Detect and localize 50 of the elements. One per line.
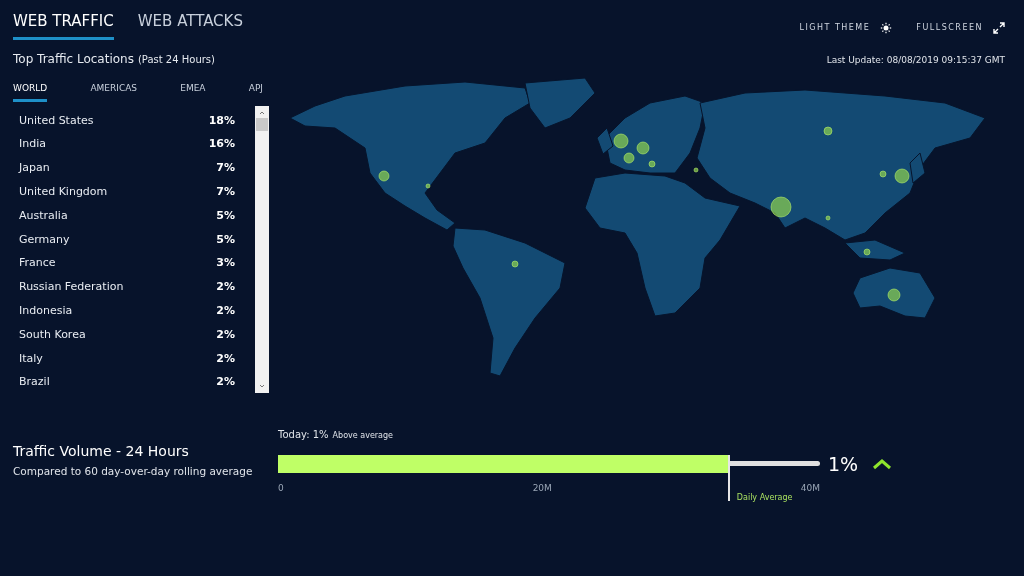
today-note: Above average (332, 429, 393, 442)
expand-icon (993, 22, 1005, 34)
country-name: India (19, 136, 46, 153)
region-tab[interactable]: APJ (248, 81, 263, 102)
country-name: United Kingdom (19, 184, 108, 201)
traffic-share: 2% (216, 326, 235, 343)
change-value: 1% (828, 451, 859, 477)
country-name: South Korea (19, 326, 86, 343)
scroll-up-icon[interactable] (258, 109, 266, 117)
section-title: Top Traffic Locations (13, 50, 134, 68)
sun-icon (880, 22, 893, 34)
country-name: Germany (19, 231, 70, 248)
volume-title: Traffic Volume - 24 Hours (13, 441, 190, 461)
country-name: Italy (19, 350, 43, 367)
axis-tick: 40M (800, 482, 820, 496)
country-name: Indonesia (19, 303, 73, 319)
traffic-share: 2% (216, 374, 235, 391)
country-name: Brazil (19, 374, 50, 391)
traffic-share: 18% (208, 112, 235, 129)
country-name: Russian Federation (19, 279, 124, 296)
main-tab[interactable]: WEB TRAFFIC (13, 10, 114, 40)
region-tab[interactable]: WORLD (13, 81, 48, 102)
country-name: United States (19, 112, 94, 129)
volume-subtitle: Compared to 60 day-over-day rolling average (13, 463, 254, 479)
axis-tick: 0 (278, 482, 284, 496)
fullscreen-button[interactable]: FULLSCREEN (916, 22, 1005, 34)
traffic-share: 16% (208, 136, 235, 153)
scrollbar[interactable] (255, 106, 269, 393)
traffic-share: 5% (216, 231, 235, 248)
region-tab[interactable]: EMEA (180, 81, 206, 102)
traffic-share: 3% (216, 255, 235, 272)
region-tab[interactable]: AMERICAS (90, 81, 138, 102)
country-name: Australia (19, 207, 68, 224)
axis-tick: 20M (532, 482, 552, 496)
today-label: Today: 1% (278, 427, 329, 442)
country-name: France (19, 255, 56, 272)
theme-button[interactable]: LIGHT THEME (799, 22, 893, 34)
traffic-share: 7% (216, 184, 235, 201)
traffic-share: 5% (216, 207, 235, 224)
average-label: Daily Average (736, 492, 793, 505)
traffic-share: 2% (216, 303, 235, 319)
traffic-share: 2% (216, 279, 235, 296)
main-tab[interactable]: WEB ATTACKS (137, 10, 243, 40)
scroll-thumb[interactable] (256, 118, 268, 131)
country-name: Japan (19, 160, 50, 177)
scroll-down-icon[interactable] (258, 382, 266, 390)
last-update: Last Update: 08/08/2019 09:15:37 GMT (826, 54, 1005, 67)
traffic-share: 7% (216, 160, 235, 177)
traffic-share: 2% (216, 350, 235, 367)
section-note: (Past 24 Hours) (137, 52, 215, 67)
